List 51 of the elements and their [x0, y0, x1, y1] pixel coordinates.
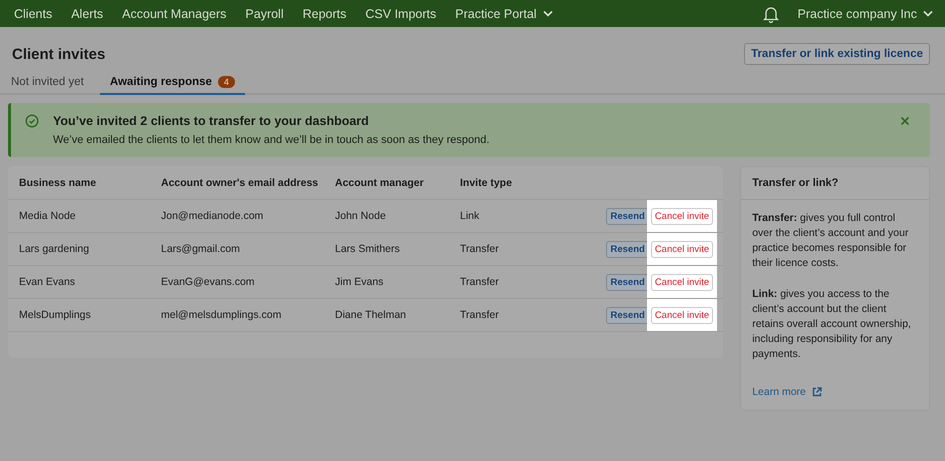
panel-paragraph: Link: gives you access to the client’s account but the client retains overall account ownership, including responsibility for any payments.: [752, 287, 912, 362]
table-cell-text: mel@melsdumplings.com: [161, 309, 282, 321]
nav-link[interactable]: Account Managers: [122, 6, 226, 20]
column-header: Account manager: [335, 176, 425, 188]
column-header: Invite type: [460, 176, 513, 188]
nav-link[interactable]: Payroll: [245, 6, 284, 20]
table-cell-text: John Node: [335, 210, 387, 222]
cancel-invite-button[interactable]: Cancel invite: [650, 306, 714, 324]
table-cell-text: MelsDumplings: [19, 309, 92, 321]
panel-paragraph: Transfer: gives you full control over the client’s account and your practice becomes responsible for their licence costs.: [752, 211, 910, 271]
check-circle-icon: [25, 114, 39, 128]
cancel-invite-button[interactable]: Cancel invite: [650, 240, 714, 258]
table-cell-text: Transfer: [460, 276, 500, 288]
nav-link[interactable]: CSV Imports: [365, 6, 436, 20]
table-cell-text: Transfer: [460, 243, 500, 255]
count-badge: 4: [218, 76, 235, 88]
table-cell-text: Jon@medianode.com: [161, 210, 264, 222]
table-cell-text: Diane Thelman: [335, 309, 408, 321]
resend-button[interactable]: Resend: [606, 306, 649, 324]
panel-title: Transfer or link?: [741, 167, 929, 200]
external-link-icon: [812, 387, 822, 397]
cancel-invite-button[interactable]: Cancel invite: [650, 274, 714, 290]
resend-button[interactable]: Resend: [606, 274, 649, 290]
column-header: Business name: [19, 176, 98, 188]
transfer-link-button[interactable]: Transfer or link existing licence: [744, 43, 930, 65]
tab[interactable]: Not invited yet: [9, 73, 86, 95]
nav-link[interactable]: Reports: [302, 6, 346, 20]
table-cell-text: Jim Evans: [335, 276, 384, 288]
close-icon[interactable]: [900, 116, 910, 126]
bell-icon[interactable]: [762, 4, 778, 22]
cancel-invite-button[interactable]: Cancel invite: [650, 208, 714, 224]
resend-button[interactable]: Resend: [606, 240, 649, 258]
resend-button[interactable]: Resend: [606, 208, 649, 224]
table-cell-text: Lars gardening: [19, 243, 90, 255]
table-cell-text: Link: [460, 210, 480, 222]
account-menu[interactable]: Practice company Inc: [798, 6, 933, 20]
page-title: Client invites: [12, 46, 106, 62]
table-cell-text: Media Node: [19, 210, 77, 222]
banner-message: We’ve emailed the clients to let them know and we’ll be in touch as soon as they respond.: [53, 134, 490, 146]
table-cell-text: EvanG@evans.com: [161, 276, 256, 288]
table-cell-text: Lars Smithers: [335, 243, 401, 255]
table-cell-text: Evan Evans: [19, 276, 76, 288]
banner-title: You’ve invited 2 clients to transfer to your dashboard: [53, 114, 370, 128]
nav-link[interactable]: Alerts: [71, 6, 104, 20]
nav-dropdown[interactable]: Practice Portal: [455, 6, 553, 20]
tab[interactable]: Awaiting response 4: [100, 73, 245, 95]
learn-more-link[interactable]: Learn more: [752, 386, 918, 398]
column-header: Account owner's email address: [161, 176, 320, 188]
table-cell-text: Lars@gmail.com: [161, 243, 241, 255]
nav-link[interactable]: Clients: [14, 6, 52, 20]
table-cell-text: Transfer: [460, 309, 500, 321]
